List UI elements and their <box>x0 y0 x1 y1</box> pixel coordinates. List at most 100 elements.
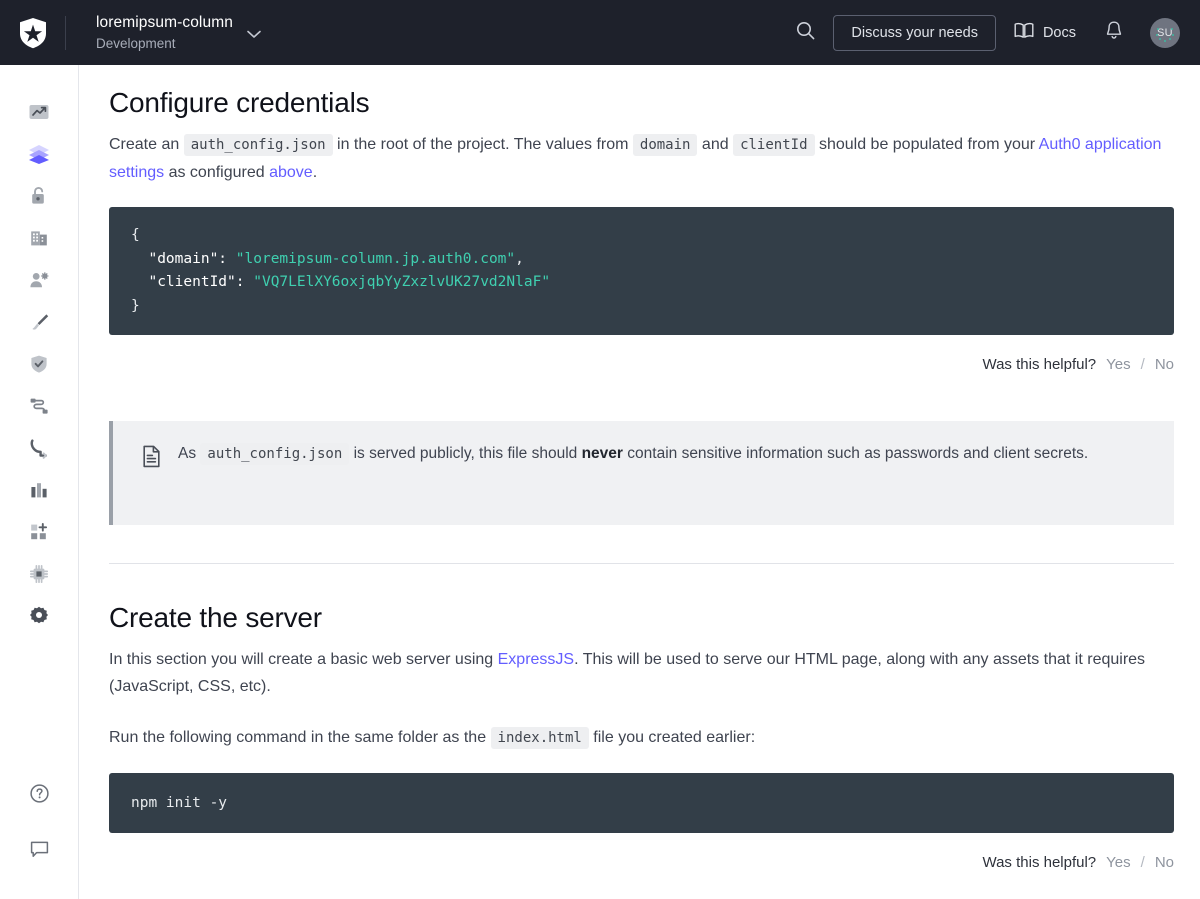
helpful-yes-button[interactable]: Yes <box>1106 356 1130 373</box>
text-fragment: should be populated from your <box>814 136 1039 153</box>
text-fragment: . <box>312 164 318 181</box>
page-title-create-the-server: Create the server <box>109 563 1174 634</box>
header-divider <box>65 15 66 50</box>
text-fragment: and <box>697 136 734 153</box>
code-key-domain: "domain": <box>148 250 228 267</box>
info-callout-never-store-secrets: As auth_config.json is served publicly, … <box>109 421 1174 525</box>
user-avatar[interactable]: SU <box>1150 17 1180 48</box>
header-actions: Discuss your needs Docs SU <box>783 11 1200 55</box>
bell-icon <box>1105 20 1123 45</box>
sidebar-item-security[interactable] <box>17 345 61 387</box>
phone-hook-icon <box>28 437 50 464</box>
code-comma: , <box>515 250 524 267</box>
code-value-clientid: "VQ7LElXY6oxjqbYyZxzlvUK27vd2NlaF" <box>253 274 551 290</box>
left-sidebar-navigation <box>0 65 79 899</box>
text-fragment: in the root of the project. The values f… <box>332 136 633 153</box>
create-server-paragraph-2: Run the following command in the same fo… <box>109 724 1174 752</box>
inline-code-index-html: index.html <box>490 727 589 749</box>
sidebar-item-authentication[interactable] <box>17 177 61 219</box>
organizations-building-icon <box>28 227 50 254</box>
helpful-question: Was this helpful? <box>982 853 1097 871</box>
chevron-down-icon <box>247 26 261 44</box>
layers-icon <box>27 142 51 171</box>
sidebar-item-monitoring[interactable] <box>17 471 61 513</box>
text-fragment: file you created earlier: <box>588 729 756 746</box>
above-link[interactable]: above <box>269 164 313 181</box>
emphasis-never: never <box>581 445 623 462</box>
code-line-close-brace: } <box>131 297 140 314</box>
text-fragment: As <box>178 445 201 462</box>
was-this-helpful-section-1: Was this helpful? Yes / No <box>109 356 1174 373</box>
create-server-paragraph-1: In this section you will create a basic … <box>109 646 1174 700</box>
bar-chart-icon <box>28 479 50 506</box>
tenant-name: loremipsum-column <box>96 13 233 31</box>
auth0-shield-logo-icon <box>18 17 48 49</box>
sidebar-item-marketplace[interactable] <box>17 513 61 555</box>
text-fragment: as configured <box>164 164 270 181</box>
page-title-configure-credentials: Configure credentials <box>109 87 370 118</box>
helpful-separator: / <box>1140 853 1145 871</box>
sidebar-item-settings[interactable] <box>17 597 61 639</box>
code-line-npm-init: npm init -y <box>131 795 228 811</box>
tenant-switcher[interactable]: loremipsum-column Development <box>96 14 261 51</box>
sidebar-item-feedback[interactable] <box>17 831 61 873</box>
sidebar-primary-items <box>17 65 61 639</box>
gear-icon <box>28 605 50 632</box>
auth0-logo-button[interactable] <box>0 0 65 65</box>
sidebar-item-branding[interactable] <box>17 303 61 345</box>
tenant-environment: Development <box>96 35 176 51</box>
shield-check-icon <box>28 353 50 380</box>
text-fragment: is served publicly, this file should <box>349 445 582 462</box>
text-fragment: In this section you will create a basic … <box>109 651 498 668</box>
inline-code-auth-config: auth_config.json <box>183 134 333 156</box>
notifications-button[interactable] <box>1092 11 1136 55</box>
activity-trend-icon <box>28 101 50 128</box>
main-content-area: Configure credentials Create an auth_con… <box>79 65 1200 899</box>
docs-link[interactable]: Docs <box>1010 22 1092 43</box>
code-key-clientid: "clientId": <box>148 274 245 290</box>
help-circle-icon <box>29 783 50 809</box>
sidebar-item-organizations[interactable] <box>17 219 61 261</box>
sidebar-item-applications[interactable] <box>17 135 61 177</box>
helpful-no-button[interactable]: No <box>1155 356 1174 373</box>
expressjs-link[interactable]: ExpressJS <box>498 651 574 668</box>
code-line-open-brace: { <box>131 227 140 243</box>
code-block-auth-config-json[interactable]: { "domain": "loremipsum-column.jp.auth0.… <box>109 207 1174 335</box>
flow-actions-icon <box>28 395 50 422</box>
text-fragment: Create an <box>109 136 184 153</box>
code-value-domain: "loremipsum-column.jp.auth0.com" <box>235 250 516 267</box>
helpful-question: Was this helpful? <box>982 356 1097 373</box>
chat-bubble-icon <box>29 839 50 865</box>
inline-code-clientid: clientId <box>733 134 815 156</box>
sidebar-item-user-management[interactable] <box>17 261 61 303</box>
inline-code-domain: domain <box>632 134 698 156</box>
docs-label: Docs <box>1042 24 1076 41</box>
search-button[interactable] <box>783 11 827 55</box>
search-icon <box>796 21 815 45</box>
paintbrush-icon <box>28 311 50 338</box>
discuss-your-needs-button[interactable]: Discuss your needs <box>833 14 996 51</box>
helpful-separator: / <box>1140 356 1145 373</box>
unlocked-padlock-icon <box>28 185 50 212</box>
book-icon <box>1014 22 1034 43</box>
sidebar-item-getting-started[interactable] <box>17 93 61 135</box>
sidebar-item-extensions[interactable] <box>17 555 61 597</box>
helpful-yes-button[interactable]: Yes <box>1106 854 1130 871</box>
sidebar-item-actions[interactable] <box>17 387 61 429</box>
configure-credentials-paragraph: Create an auth_config.json in the root o… <box>109 131 1174 186</box>
callout-body-text: As auth_config.json is served publicly, … <box>178 441 1088 467</box>
helpful-no-button[interactable]: No <box>1155 854 1174 871</box>
text-fragment: contain sensitive information such as pa… <box>622 445 1089 462</box>
user-management-icon <box>28 269 50 296</box>
marketplace-plus-icon <box>28 521 50 548</box>
inline-code-auth-config-callout: auth_config.json <box>200 443 350 465</box>
sidebar-item-auth-pipeline[interactable] <box>17 429 61 471</box>
chip-icon <box>28 563 50 590</box>
was-this-helpful-section-2: Was this helpful? Yes / No <box>109 854 1174 871</box>
code-block-npm-init[interactable]: npm init -y <box>109 773 1174 833</box>
sidebar-item-help[interactable] <box>17 775 61 817</box>
sidebar-bottom-items <box>17 775 61 899</box>
avatar-decoration <box>1150 18 1180 48</box>
document-file-icon <box>141 445 162 473</box>
top-navigation-bar: loremipsum-column Development Discuss yo… <box>0 0 1200 65</box>
